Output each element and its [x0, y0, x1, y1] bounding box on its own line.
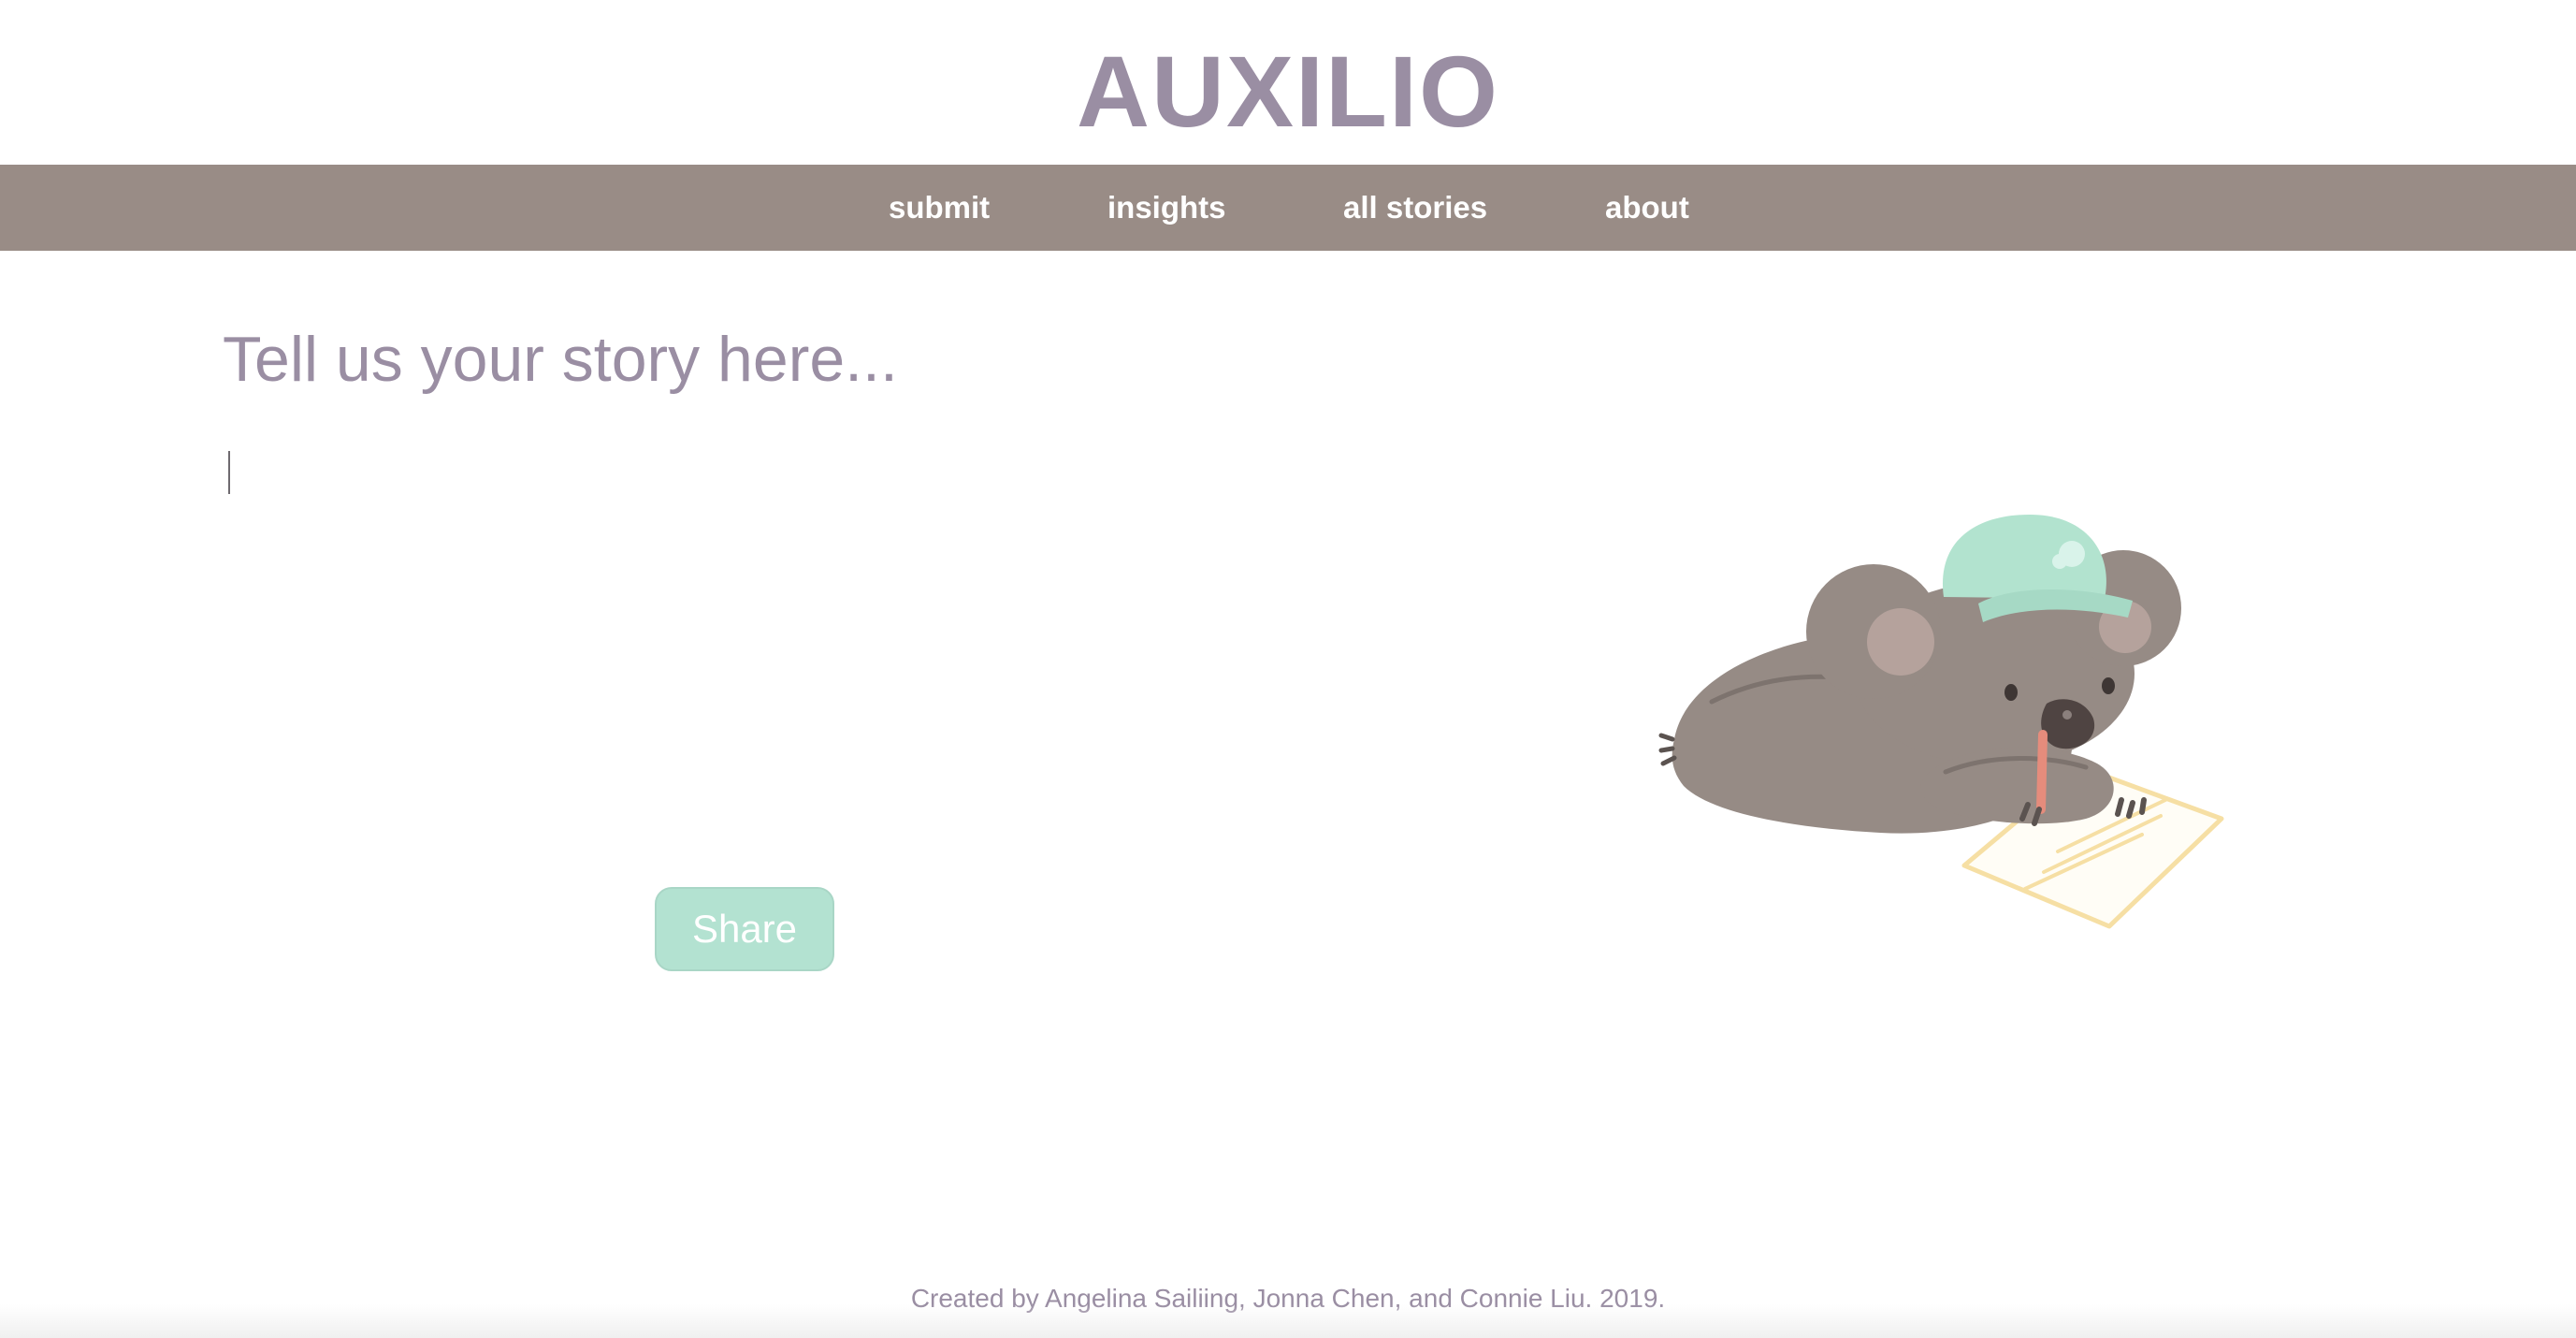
site-logo-title[interactable]: AUXILIO: [0, 26, 2576, 157]
text-cursor: [228, 451, 230, 494]
story-input[interactable]: [223, 440, 1532, 833]
nav-link-all-stories[interactable]: all stories: [1343, 165, 1487, 251]
nav-link-insights[interactable]: insights: [1107, 165, 1226, 251]
nav-link-about[interactable]: about: [1605, 165, 1689, 251]
share-button[interactable]: Share: [655, 887, 834, 971]
pencil-icon: [2036, 730, 2048, 814]
nav-link-submit[interactable]: submit: [889, 165, 990, 251]
main-navbar: submit insights all stories about: [0, 165, 2576, 251]
koala-writing-illustration: [1658, 515, 2224, 929]
page: AUXILIO submit insights all stories abou…: [0, 0, 2576, 1338]
story-prompt-heading: Tell us your story here...: [223, 324, 898, 395]
bottom-shadow: [0, 1304, 2576, 1338]
